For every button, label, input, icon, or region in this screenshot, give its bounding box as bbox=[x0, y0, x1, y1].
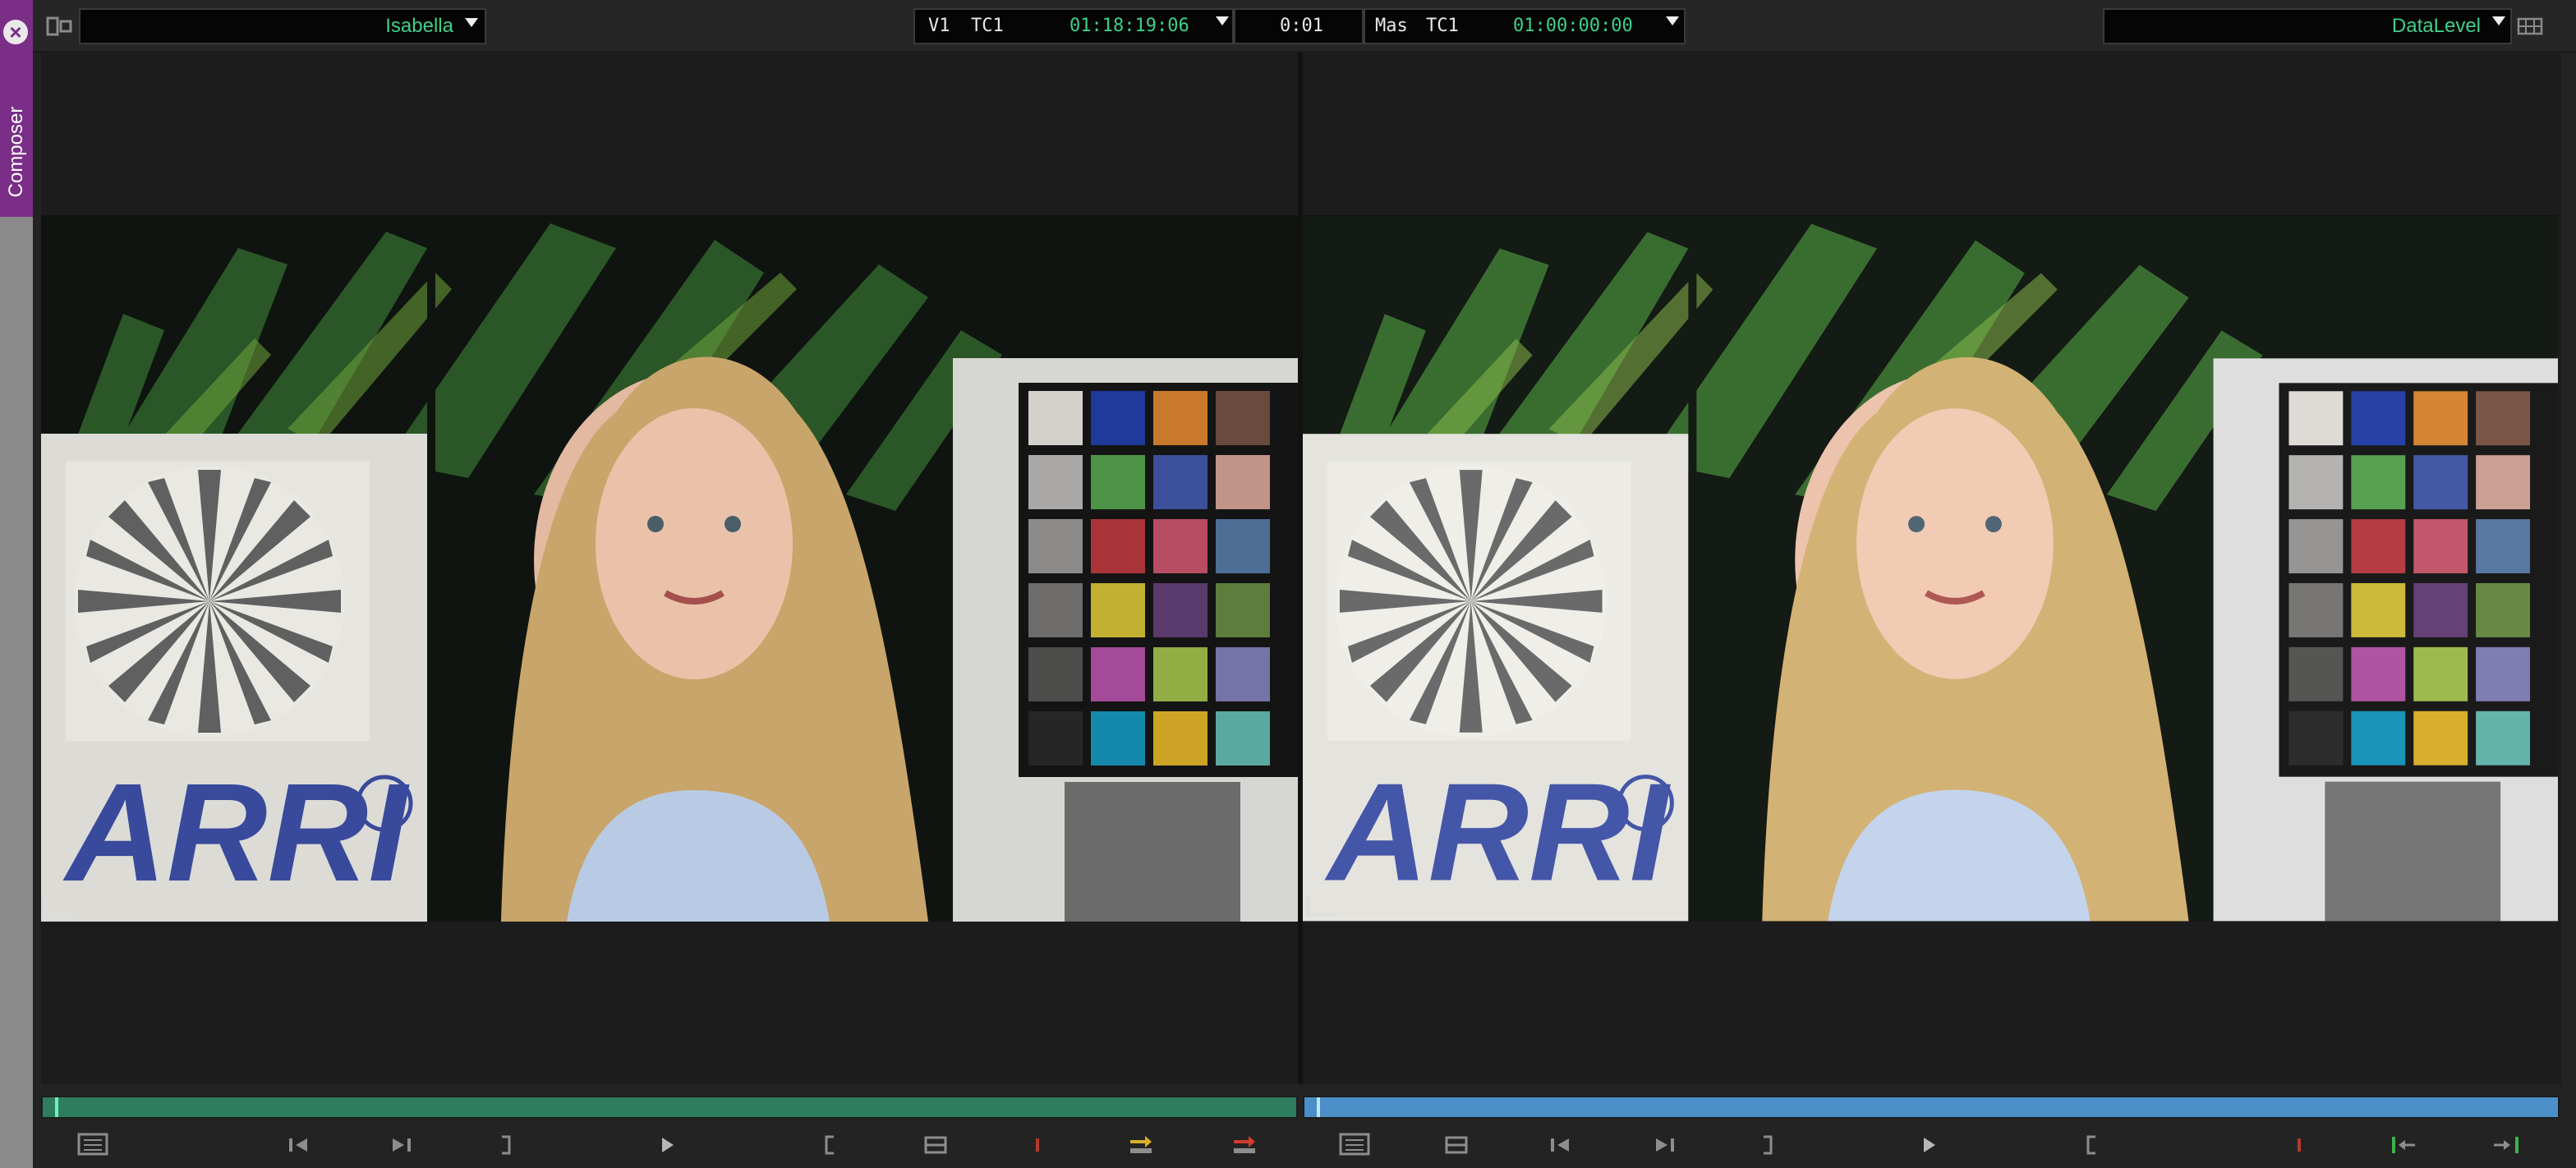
left-track-label: V1 bbox=[928, 16, 950, 36]
record-mark-out-icon[interactable] bbox=[1761, 1134, 1774, 1157]
source-position-indicator[interactable] bbox=[55, 1097, 59, 1117]
toggle-source-record-icon[interactable] bbox=[46, 15, 74, 38]
composer-tab-label: Composer bbox=[5, 106, 27, 198]
close-icon[interactable]: × bbox=[3, 20, 28, 44]
record-step-forward-icon[interactable] bbox=[1653, 1135, 1677, 1155]
record-arri-logo: ARRI bbox=[1324, 754, 1672, 910]
right-timecode-value: 01:00:00:00 bbox=[1513, 16, 1633, 36]
clip-menu-button[interactable] bbox=[77, 1132, 108, 1157]
record-step-backward-icon[interactable] bbox=[1548, 1135, 1572, 1155]
record-position-indicator[interactable] bbox=[1317, 1097, 1321, 1117]
right-format-label: TC1 bbox=[1426, 16, 1459, 36]
left-timecode-value: 01:18:19:06 bbox=[1070, 16, 1189, 36]
overwrite-icon[interactable] bbox=[1230, 1132, 1258, 1157]
splice-in-icon[interactable] bbox=[1127, 1132, 1155, 1157]
left-format-label: TC1 bbox=[971, 16, 1004, 36]
source-video-frame: ARRI bbox=[41, 215, 1298, 922]
record-play-icon[interactable] bbox=[1920, 1135, 1939, 1155]
source-clip-menu[interactable]: Isabella bbox=[79, 8, 486, 44]
right-timecode-display[interactable]: Mas TC1 01:00:00:00 bbox=[1364, 8, 1686, 44]
clear-marks-icon[interactable] bbox=[1033, 1135, 1042, 1155]
step-forward-icon[interactable] bbox=[389, 1135, 414, 1155]
source-clip-name: Isabella bbox=[385, 15, 453, 37]
play-icon[interactable] bbox=[659, 1135, 677, 1155]
record-mark-clip-icon[interactable] bbox=[1444, 1134, 1469, 1157]
record-monitor-menu[interactable]: DataLevel bbox=[2103, 8, 2512, 44]
trim-icon[interactable] bbox=[2387, 1134, 2420, 1157]
mark-in-icon[interactable] bbox=[823, 1134, 836, 1157]
right-timecode-menu-icon[interactable] bbox=[1666, 16, 1679, 25]
source-position-bar[interactable] bbox=[41, 1096, 1298, 1119]
toggle-mode-icon[interactable] bbox=[2517, 16, 2543, 36]
sequence-menu-button[interactable] bbox=[1339, 1132, 1370, 1157]
record-clear-marks-icon[interactable] bbox=[2295, 1135, 2303, 1155]
record-menu-label: DataLevel bbox=[2391, 15, 2481, 37]
left-timecode-menu-icon[interactable] bbox=[1216, 16, 1229, 25]
trim-out-icon[interactable] bbox=[2491, 1134, 2523, 1157]
source-frame-image: ARRI bbox=[41, 215, 1298, 922]
record-video-frame: ARRI bbox=[1303, 215, 2558, 922]
duration-display: 0:01 bbox=[1234, 8, 1364, 44]
step-backward-icon[interactable] bbox=[286, 1135, 310, 1155]
mark-clip-icon[interactable] bbox=[923, 1134, 948, 1157]
record-frame-image: ARRI bbox=[1303, 215, 2558, 922]
source-arri-logo: ARRI bbox=[62, 755, 410, 911]
record-mark-in-icon[interactable] bbox=[2085, 1134, 2098, 1157]
mark-out-icon[interactable] bbox=[499, 1134, 513, 1157]
right-track-label: Mas bbox=[1375, 16, 1408, 36]
record-menu-icon[interactable] bbox=[2492, 16, 2505, 25]
duration-value: 0:01 bbox=[1280, 16, 1323, 36]
record-position-bar[interactable] bbox=[1303, 1096, 2560, 1119]
clip-menu-icon[interactable] bbox=[465, 18, 478, 27]
left-timecode-display[interactable]: V1 TC1 01:18:19:06 bbox=[913, 8, 1234, 44]
composer-tab[interactable]: × Composer bbox=[0, 0, 33, 217]
